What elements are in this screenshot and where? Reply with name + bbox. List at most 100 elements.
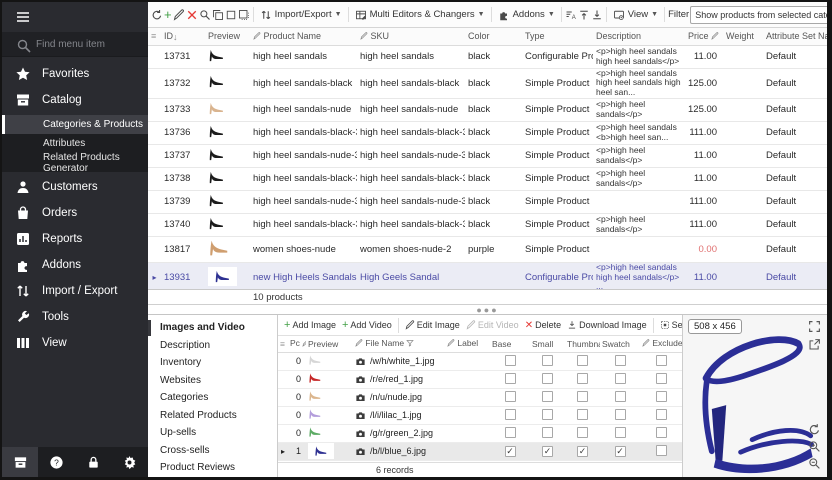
column-header-attribute-set-name[interactable]: Attribute Set Name	[763, 28, 827, 45]
add-video-button[interactable]: + Add Video	[340, 315, 394, 335]
row-expander[interactable]	[148, 121, 161, 144]
tab-categories[interactable]: Categories	[148, 389, 277, 407]
row-expander[interactable]	[148, 144, 161, 167]
copy-button[interactable]	[212, 5, 224, 25]
column-header-pc[interactable]: Pc	[288, 336, 306, 352]
thumbnail-checkbox[interactable]	[577, 391, 588, 402]
thumbnail-checkbox[interactable]: ✓	[577, 446, 588, 457]
small-checkbox[interactable]	[542, 391, 553, 402]
sidebar-item-attributes[interactable]: Attributes	[2, 134, 148, 153]
refresh-button[interactable]	[151, 5, 163, 25]
product-row-13736[interactable]: 13736high heel sandals-black-36high heel…	[148, 121, 827, 144]
swatch-checkbox[interactable]: ✓	[615, 446, 626, 457]
column-header-preview[interactable]: Preview	[205, 28, 250, 45]
column-header-description[interactable]: Description	[593, 28, 685, 45]
multi-editors-menu[interactable]: Multi Editors & Changers▼	[352, 5, 488, 25]
tab-up-sells[interactable]: Up-sells	[148, 424, 277, 442]
sidebar-item-reports[interactable]: Reports	[2, 226, 148, 252]
add-product-button[interactable]: +	[164, 5, 172, 25]
sidebar-item-addons[interactable]: Addons	[2, 252, 148, 278]
view-menu[interactable]: View▼	[610, 5, 661, 25]
exclude-checkbox[interactable]	[656, 391, 667, 402]
paste-special-button[interactable]	[238, 5, 250, 25]
product-row-13733[interactable]: 13733high heel sandals-nudehigh heel san…	[148, 98, 827, 121]
base-checkbox[interactable]	[505, 373, 516, 384]
swatch-checkbox[interactable]	[615, 355, 626, 366]
delete-image-button[interactable]: ✕ Delete	[523, 315, 563, 335]
product-row-13738[interactable]: 13738high heel sandals-black-37high heel…	[148, 167, 827, 190]
thumbnail-checkbox[interactable]	[577, 355, 588, 366]
exclude-checkbox[interactable]	[656, 445, 667, 456]
zoom-in-button[interactable]	[808, 440, 821, 453]
sort-az-button[interactable]: A	[565, 5, 577, 25]
product-row-13737[interactable]: 13737high heel sandals-nude-36high heel …	[148, 144, 827, 167]
image-row-n-u-nude-jpg[interactable]: 0/n/u/nude.jpg	[278, 388, 682, 406]
column-header-small[interactable]: Small	[530, 336, 565, 352]
column-header-weight[interactable]: Weight	[723, 28, 763, 45]
edit-video-button[interactable]: Edit Video	[464, 315, 521, 335]
base-checkbox[interactable]	[505, 409, 516, 420]
sidebar-item-categories-products[interactable]: Categories & Products	[2, 115, 148, 134]
thumbnail-checkbox[interactable]	[577, 373, 588, 384]
row-expander[interactable]	[278, 352, 288, 370]
sidebar-item-view[interactable]: View	[2, 330, 148, 356]
thumbnail-checkbox[interactable]	[577, 409, 588, 420]
tab-images-and-video[interactable]: Images and Video	[148, 319, 277, 337]
tab-product-reviews[interactable]: Product Reviews	[148, 459, 277, 477]
image-row-b-l-blue-6-jpg[interactable]: ▸1/b/l/blue_6.jpg✓✓✓✓	[278, 442, 682, 460]
small-checkbox[interactable]	[542, 409, 553, 420]
row-expander[interactable]	[148, 98, 161, 121]
base-checkbox[interactable]	[505, 427, 516, 438]
row-expander[interactable]	[278, 406, 288, 424]
column-header-swatch[interactable]: Swatch	[600, 336, 640, 352]
store-button[interactable]	[2, 447, 38, 477]
row-expander[interactable]	[148, 68, 161, 98]
tab-related-products[interactable]: Related Products	[148, 407, 277, 425]
sidebar-item-catalog[interactable]: Catalog	[2, 87, 148, 113]
column-header-id[interactable]: ID ↓	[161, 28, 205, 45]
column-header-type[interactable]: Type	[522, 28, 593, 45]
sidebar-item-import-export[interactable]: Import / Export	[2, 278, 148, 304]
edit-image-button[interactable]: Edit Image	[403, 315, 462, 335]
product-row-13931[interactable]: ▸13931new High Heels SandalsHigh Geels S…	[148, 262, 827, 290]
filter-icon[interactable]	[406, 339, 414, 349]
settings-button[interactable]	[112, 447, 148, 477]
sidebar-search-input[interactable]: Find menu item	[2, 32, 148, 57]
row-expander[interactable]	[148, 45, 161, 68]
exclude-checkbox[interactable]	[656, 409, 667, 420]
image-row-l-i-lilac-1-jpg[interactable]: 0/l/i/lilac_1.jpg	[278, 406, 682, 424]
sidebar-item-related-products-generator[interactable]: Related Products Generator	[2, 153, 148, 172]
row-expander[interactable]	[148, 167, 161, 190]
column-header-base[interactable]: Base	[490, 336, 530, 352]
row-expander[interactable]	[148, 236, 161, 262]
sidebar-item-favorites[interactable]: Favorites	[2, 61, 148, 87]
column-header-exclude[interactable]: Exclude	[640, 336, 682, 352]
lock-button[interactable]	[75, 447, 111, 477]
swatch-checkbox[interactable]	[615, 427, 626, 438]
row-expander[interactable]	[278, 424, 288, 442]
download-image-button[interactable]: Download Image	[565, 315, 649, 335]
column-header-product-name[interactable]: Product Name	[250, 28, 357, 45]
column-header-sku[interactable]: SKU	[357, 28, 465, 45]
row-expander[interactable]: ▸	[148, 262, 161, 290]
set-resize-rule-button[interactable]: Set Resize Rule	[658, 315, 682, 335]
row-expander[interactable]	[278, 388, 288, 406]
sidebar-item-customers[interactable]: Customers	[2, 174, 148, 200]
help-button[interactable]: ?	[39, 447, 75, 477]
move-top-button[interactable]	[578, 5, 590, 25]
swatch-checkbox[interactable]	[615, 409, 626, 420]
column-header-label[interactable]: Label	[445, 336, 490, 352]
product-row-13731[interactable]: 13731high heel sandalshigh heel sandalsb…	[148, 45, 827, 68]
column-header-thumbna[interactable]: Thumbna	[565, 336, 600, 352]
small-checkbox[interactable]	[542, 427, 553, 438]
move-bottom-button[interactable]	[591, 5, 603, 25]
exclude-checkbox[interactable]	[656, 427, 667, 438]
image-row-g-r-green-2-jpg[interactable]: 0/g/r/green_2.jpg	[278, 424, 682, 442]
product-row-13817[interactable]: 13817women shoes-nudewomen shoes-nude-2p…	[148, 236, 827, 262]
swatch-checkbox[interactable]	[615, 391, 626, 402]
rotate-button[interactable]	[808, 423, 821, 436]
thumbnail-checkbox[interactable]	[577, 427, 588, 438]
tab-websites[interactable]: Websites	[148, 372, 277, 390]
base-checkbox[interactable]: ✓	[505, 446, 516, 457]
product-row-13740[interactable]: 13740high heel sandals-black-38high heel…	[148, 213, 827, 236]
